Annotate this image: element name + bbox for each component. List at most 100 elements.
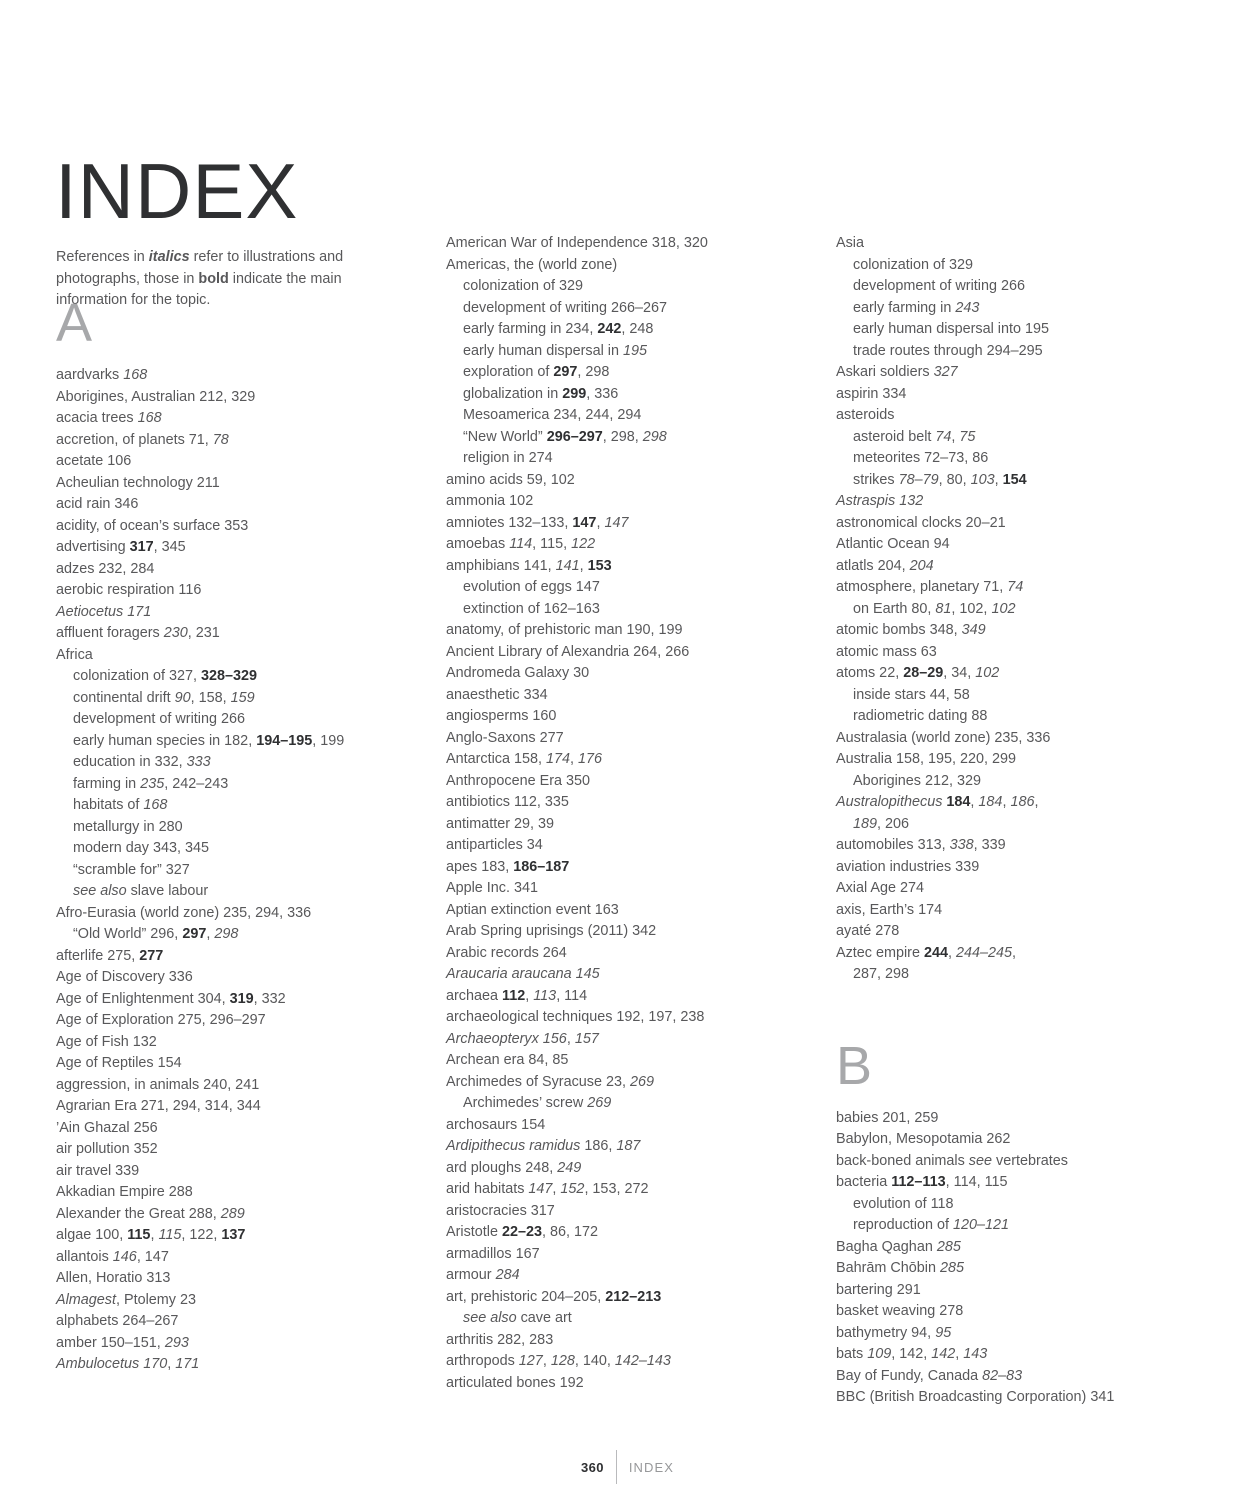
entry-list-column-3-b: babies 201, 259 Babylon, Mesopotamia 262 b…: [836, 1108, 1176, 1409]
index-entry: globalization in 299, 336: [463, 385, 619, 402]
index-entry: amoebas 114, 115, 122: [446, 536, 596, 552]
index-column-3: Asia colonization of 329 development of wr…: [836, 233, 1176, 1409]
page-footer: 360 INDEX: [0, 1450, 1255, 1484]
index-entry: amino acids 59, 102: [446, 471, 575, 488]
index-column-1: A aardvarks 168 Aborigines, Australian 21…: [56, 233, 396, 1376]
index-entry: adzes 232, 284: [56, 560, 155, 577]
index-entry: algae 100, 115, 115, 122, 137: [56, 1227, 246, 1243]
index-entry: back-boned animals see vertebrates: [836, 1152, 1068, 1169]
footer-inner: 360 INDEX: [581, 1450, 674, 1484]
index-entry: basket weaving 278: [836, 1303, 964, 1319]
index-entry: farming in 235, 242–243: [73, 775, 229, 792]
index-entry: early human species in 182, 194–195, 199: [73, 732, 345, 749]
index-entry: 287, 298: [853, 966, 910, 982]
index-entry: amber 150–151, 293: [56, 1334, 189, 1351]
index-entry: acacia trees 168: [56, 410, 162, 426]
index-entry: Aborigines 212, 329: [853, 772, 982, 789]
index-entry: art, prehistoric 204–205, 212–213: [446, 1288, 662, 1305]
index-entry: Araucaria araucana 145: [446, 966, 600, 982]
letter-heading-b: B: [836, 1035, 873, 1096]
index-entry: archaeological techniques 192, 197, 238: [446, 1009, 705, 1025]
index-entry: air pollution 352: [56, 1141, 158, 1157]
index-entry: anatomy, of prehistoric man 190, 199: [446, 622, 683, 638]
index-entry: aviation industries 339: [836, 858, 980, 875]
index-entry: Ambulocetus 170, 171: [56, 1356, 200, 1372]
index-entry: Americas, the (world zone): [446, 256, 618, 273]
index-entry: Archaeopteryx 156, 157: [446, 1030, 599, 1047]
index-entry: Almagest, Ptolemy 23: [56, 1291, 196, 1308]
index-entry: aspirin 334: [836, 385, 907, 402]
index-entry: Bay of Fundy, Canada 82–83: [836, 1367, 1023, 1384]
index-entry: Africa: [56, 646, 93, 663]
index-entry: metallurgy in 280: [73, 818, 183, 835]
index-entry: archaea 112, 113, 114: [446, 987, 588, 1004]
index-entry: Axial Age 274: [836, 880, 925, 896]
entry-list-column-1: aardvarks 168 Aborigines, Australian 212,…: [56, 365, 396, 1376]
index-entry: exploration of 297, 298: [463, 364, 610, 380]
index-entry: Bagha Qaghan 285: [836, 1238, 961, 1255]
letter-heading-a: A: [56, 293, 93, 353]
index-entry: anaesthetic 334: [446, 686, 548, 703]
index-entry: inside stars 44, 58: [853, 686, 970, 703]
index-entry: “scramble for” 327: [73, 861, 190, 878]
index-entry: axis, Earth’s 174: [836, 901, 943, 918]
index-entry: BBC (British Broadcasting Corporation) 3…: [836, 1389, 1115, 1405]
index-entry: amniotes 132–133, 147, 147: [446, 514, 629, 531]
index-entry: modern day 343, 345: [73, 840, 210, 856]
index-entry: evolution of 118: [853, 1195, 954, 1212]
index-entry: acid rain 346: [56, 496, 139, 512]
index-entry: early human dispersal into 195: [853, 321, 1049, 337]
index-entry: aerobic respiration 116: [56, 582, 202, 598]
index-entry: Acheulian technology 211: [56, 474, 220, 491]
index-entry: Allen, Horatio 313: [56, 1270, 171, 1286]
footer-section-label: INDEX: [628, 1460, 675, 1475]
index-entry: education in 332, 333: [73, 754, 211, 770]
index-entry: colonization of 329: [463, 278, 584, 294]
index-entry: atomic bombs 348, 349: [836, 622, 986, 638]
index-entry: ayaté 278: [836, 923, 900, 939]
index-entry: acetate 106: [56, 453, 132, 469]
index-entry: early farming in 243: [853, 299, 980, 316]
entry-list-column-3: Asia colonization of 329 development of wr…: [836, 233, 1176, 986]
index-entry: religion in 274: [463, 450, 553, 466]
index-entry: Atlantic Ocean 94: [836, 536, 950, 552]
index-entry: Babylon, Mesopotamia 262: [836, 1131, 1011, 1147]
index-entry: development of writing 266: [853, 278, 1025, 294]
index-entry: Age of Discovery 336: [56, 969, 193, 985]
index-entry: atmosphere, planetary 71, 74: [836, 579, 1024, 595]
index-entry: Ancient Library of Alexandria 264, 266: [446, 643, 690, 660]
index-entry: Australasia (world zone) 235, 336: [836, 729, 1051, 746]
index-entry: Agrarian Era 271, 294, 314, 344: [56, 1098, 261, 1114]
index-entry: armour 284: [446, 1267, 520, 1283]
index-entry: Aptian extinction event 163: [446, 901, 619, 918]
index-page: INDEX References in italics refer to ill…: [0, 0, 1255, 1500]
index-entry: antibiotics 112, 335: [446, 794, 569, 810]
index-entry: articulated bones 192: [446, 1374, 584, 1391]
index-entry: aggression, in animals 240, 241: [56, 1076, 260, 1093]
footer-divider: [615, 1450, 617, 1484]
index-entry: archosaurs 154: [446, 1116, 546, 1133]
index-entry: early farming in 234, 242, 248: [463, 321, 654, 337]
index-entry: afterlife 275, 277: [56, 947, 164, 964]
index-entry: Bahrām Chōbin 285: [836, 1260, 965, 1276]
index-entry: armadillos 167: [446, 1245, 540, 1262]
index-entry: aardvarks 168: [56, 367, 148, 383]
index-entry: Astraspis 132: [836, 493, 924, 509]
index-entry: American War of Independence 318, 320: [446, 235, 708, 251]
index-entry: ’Ain Ghazal 256: [56, 1119, 158, 1136]
index-entry: Mesoamerica 234, 244, 294: [463, 407, 642, 423]
index-entry: Australopithecus 184, 184, 186,: [836, 794, 1039, 810]
index-entry: Anglo-Saxons 277: [446, 729, 564, 746]
index-entry: atomic mass 63: [836, 643, 937, 660]
index-entry: Aborigines, Australian 212, 329: [56, 388, 256, 405]
index-entry: arthropods 127, 128, 140, 142–143: [446, 1353, 671, 1369]
index-entry: alphabets 264–267: [56, 1313, 179, 1329]
index-entry: habitats of 168: [73, 797, 168, 813]
index-entry: see also slave labour: [73, 883, 209, 899]
index-entry: Arabic records 264: [446, 944, 567, 961]
index-entry: accretion, of planets 71, 78: [56, 431, 229, 448]
index-entry: Age of Fish 132: [56, 1033, 157, 1050]
index-entry: aristocracies 317: [446, 1202, 555, 1219]
index-entry: Apple Inc. 341: [446, 880, 539, 896]
index-entry: Aetiocetus 171: [56, 603, 152, 620]
